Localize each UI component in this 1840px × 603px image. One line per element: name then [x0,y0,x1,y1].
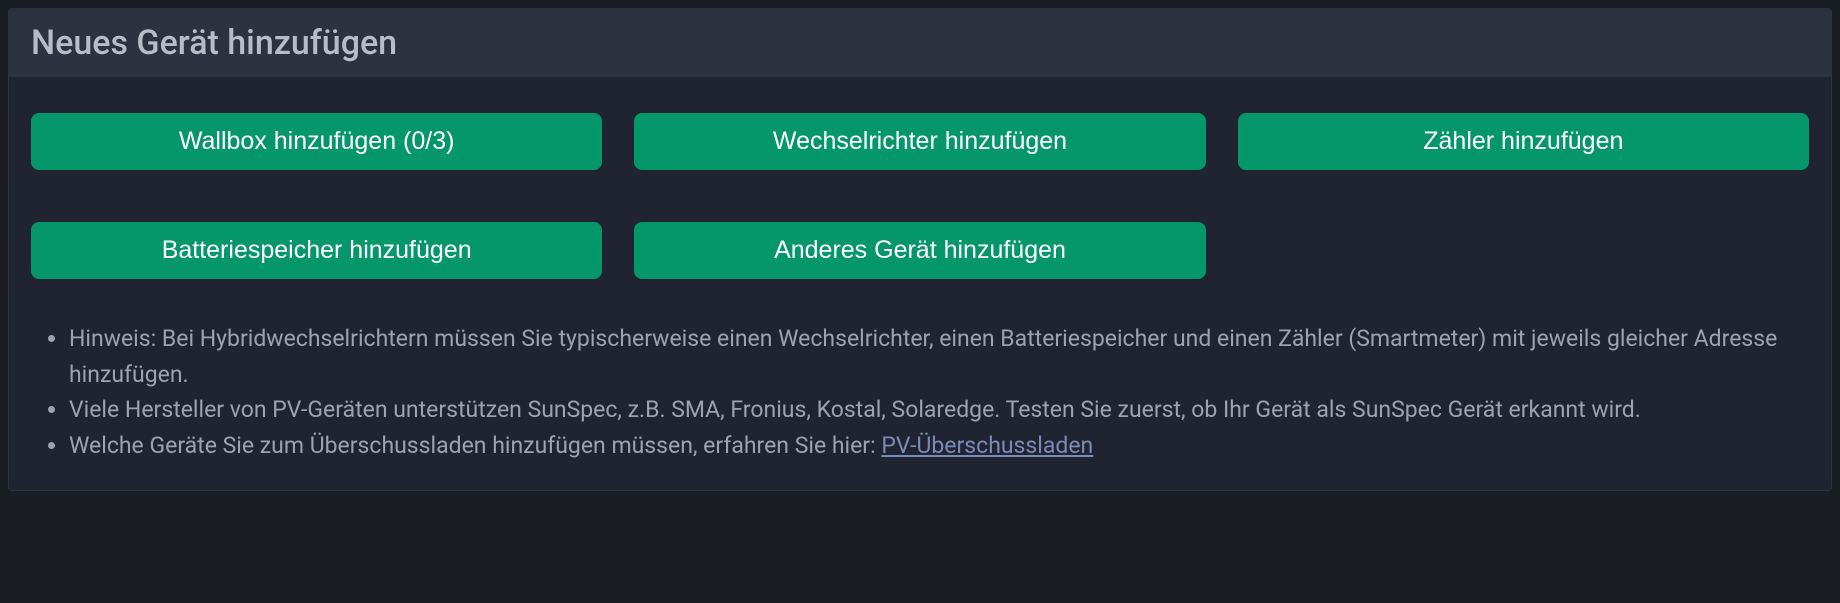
add-wallbox-button[interactable]: Wallbox hinzufügen (0/3) [31,113,602,170]
hint-item: Welche Geräte Sie zum Überschussladen hi… [69,428,1799,464]
pv-surplus-link[interactable]: PV-Überschussladen [881,432,1093,459]
add-inverter-button[interactable]: Wechselrichter hinzufügen [634,113,1205,170]
hint-text: Welche Geräte Sie zum Überschussladen hi… [69,432,881,459]
add-device-panel: Neues Gerät hinzufügen Wallbox hinzufüge… [8,8,1832,491]
add-battery-button[interactable]: Batteriespeicher hinzufügen [31,222,602,279]
hint-item: Hinweis: Bei Hybridwechselrichtern müsse… [69,321,1799,392]
hint-item: Viele Hersteller von PV-Geräten unterstü… [69,392,1799,428]
panel-header: Neues Gerät hinzufügen [9,9,1831,77]
button-grid: Wallbox hinzufügen (0/3) Wechselrichter … [31,113,1809,279]
panel-body: Wallbox hinzufügen (0/3) Wechselrichter … [9,77,1831,490]
page-title: Neues Gerät hinzufügen [31,23,1809,63]
hints-list: Hinweis: Bei Hybridwechselrichtern müsse… [31,321,1809,464]
add-other-device-button[interactable]: Anderes Gerät hinzufügen [634,222,1205,279]
add-meter-button[interactable]: Zähler hinzufügen [1238,113,1809,170]
